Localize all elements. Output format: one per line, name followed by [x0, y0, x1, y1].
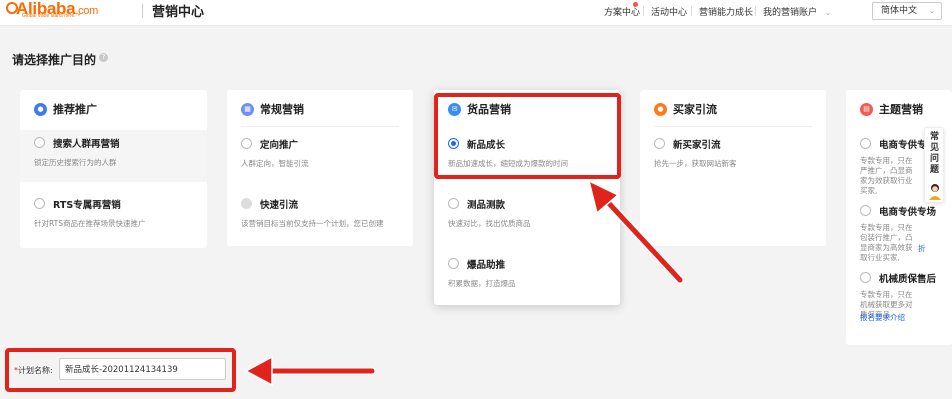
annotation-arrows — [244, 179, 684, 387]
arrow-to-plan-name — [244, 355, 376, 387]
arrow-to-goods-card — [587, 179, 684, 284]
